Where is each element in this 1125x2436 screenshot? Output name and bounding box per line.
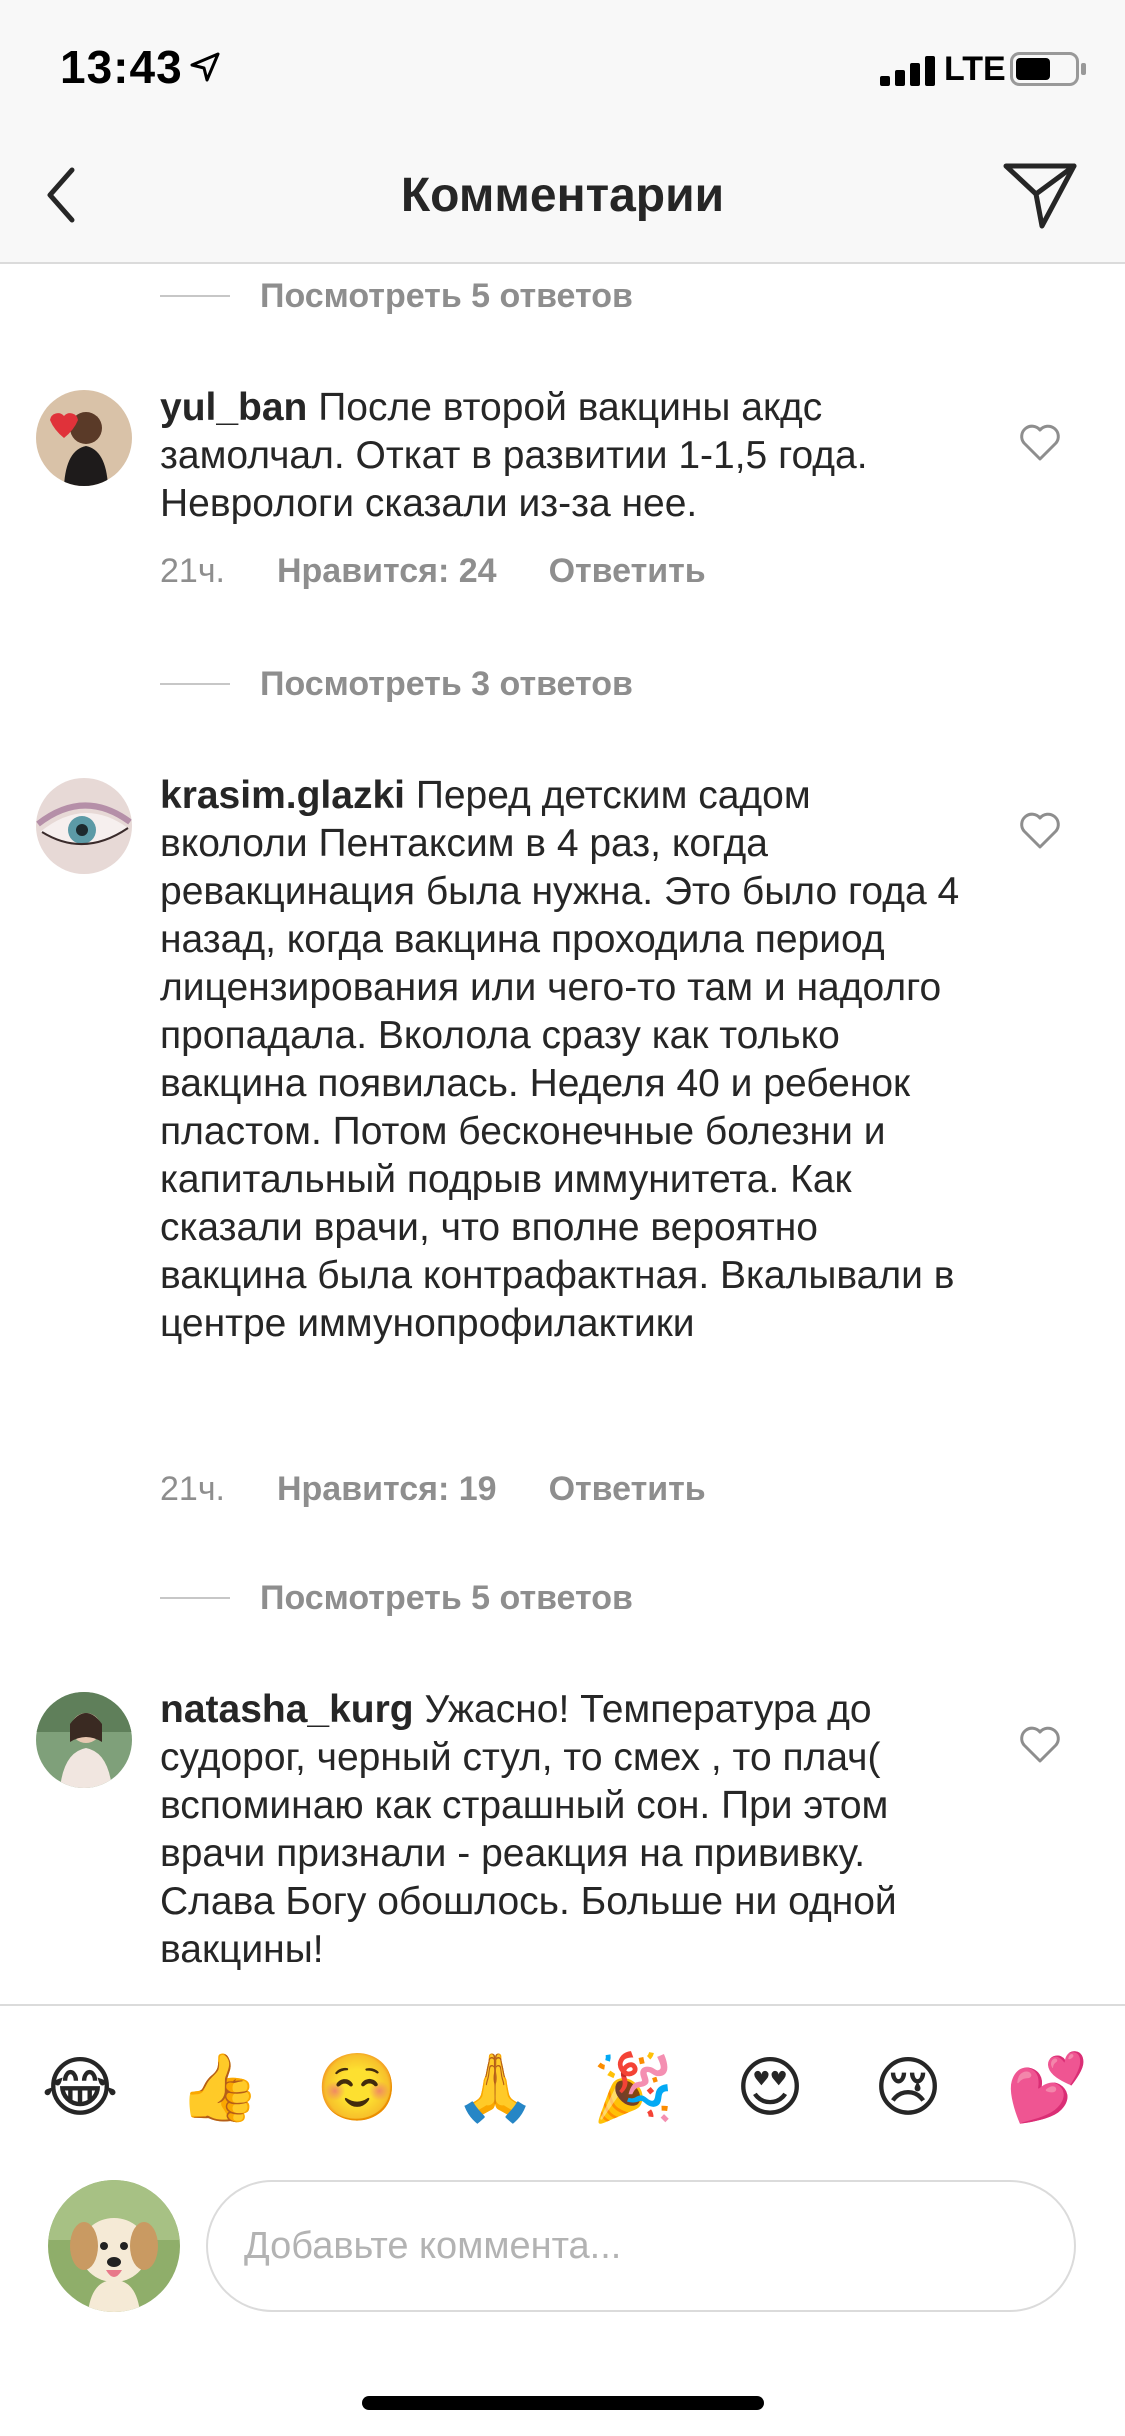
avatar[interactable]: [36, 390, 132, 486]
view-replies-button[interactable]: Посмотреть 5 ответов: [160, 266, 633, 326]
comment-message: Перед детским садом вкололи Пентаксим в …: [160, 774, 960, 1345]
comment-meta: 21ч. Нравится: 24 Ответить: [160, 552, 706, 591]
avatar[interactable]: [36, 778, 132, 874]
emoji-party-button[interactable]: 🎉: [592, 2048, 674, 2128]
direct-send-icon[interactable]: [1002, 160, 1078, 230]
comment-text: krasim.glazki Перед детским садом вколол…: [160, 772, 960, 1348]
network-type: LTE: [944, 50, 1006, 88]
emoji-smile-button[interactable]: ☺️: [316, 2048, 398, 2128]
status-time: 13:43: [60, 41, 183, 93]
comment-item: natasha_kurg Ужасно! Температура до судо…: [0, 1686, 1125, 2004]
current-user-avatar: [48, 2180, 180, 2312]
emoji-heart-eyes-button[interactable]: 😍: [730, 2048, 810, 2128]
comment-time: 21ч.: [160, 552, 225, 590]
like-heart-icon[interactable]: [1018, 422, 1062, 462]
like-heart-icon[interactable]: [1018, 810, 1062, 850]
emoji-bar: 😂 👍 ☺️ 🙏 🎉 😍 😢 💕: [0, 2004, 1125, 2174]
comment-meta: 21ч. Нравится: 19 Ответить: [160, 1470, 706, 1509]
comment-text: natasha_kurg Ужасно! Температура до судо…: [160, 1686, 960, 1974]
comment-time: 21ч.: [160, 1470, 225, 1508]
view-replies-label: Посмотреть 5 ответов: [260, 276, 633, 315]
emoji-pray-button[interactable]: 🙏: [454, 2048, 536, 2128]
emoji-two-hearts-button[interactable]: 💕: [1006, 2048, 1088, 2128]
comment-item: yul_ban После второй вакцины акдс замолч…: [0, 384, 1125, 684]
comments-list[interactable]: Посмотреть 5 ответов yul_ban После второ…: [0, 266, 1125, 2004]
comment-text: yul_ban После второй вакцины акдс замолч…: [160, 384, 960, 528]
battery-icon: [1010, 52, 1086, 86]
page-title: Комментарии: [400, 169, 725, 222]
comment-username[interactable]: yul_ban: [160, 386, 307, 429]
status-bar: 13:43 LTE: [0, 0, 1125, 132]
emoji-thumbs-up-button[interactable]: 👍: [178, 2048, 260, 2128]
comment-username[interactable]: natasha_kurg: [160, 1688, 414, 1731]
divider: [160, 295, 230, 297]
comment-username[interactable]: krasim.glazki: [160, 774, 405, 817]
nav-bar: Комментарии: [0, 132, 1125, 264]
view-replies-button[interactable]: Посмотреть 3 ответов: [160, 654, 633, 714]
divider: [160, 683, 230, 685]
comment-likes[interactable]: Нравится: 19: [277, 1470, 497, 1509]
comment-item: krasim.glazki Перед детским садом вколол…: [0, 772, 1125, 1508]
comment-likes[interactable]: Нравится: 24: [277, 552, 497, 591]
view-replies-label: Посмотреть 3 ответов: [260, 664, 633, 703]
emoji-cry-button[interactable]: 😢: [868, 2048, 948, 2128]
cellular-signal-icon: [880, 56, 935, 86]
avatar[interactable]: [36, 1692, 132, 1788]
reply-button[interactable]: Ответить: [549, 1470, 706, 1509]
view-replies-label: Посмотреть 5 ответов: [260, 1578, 633, 1617]
location-arrow-icon: [190, 52, 220, 82]
comment-input[interactable]: [206, 2180, 1076, 2312]
reply-button[interactable]: Ответить: [549, 552, 706, 591]
view-replies-button[interactable]: Посмотреть 5 ответов: [160, 1568, 633, 1628]
divider: [160, 1597, 230, 1599]
home-indicator[interactable]: [362, 2396, 764, 2410]
like-heart-icon[interactable]: [1018, 1724, 1062, 1764]
emoji-joy-button[interactable]: 😂: [40, 2048, 120, 2128]
